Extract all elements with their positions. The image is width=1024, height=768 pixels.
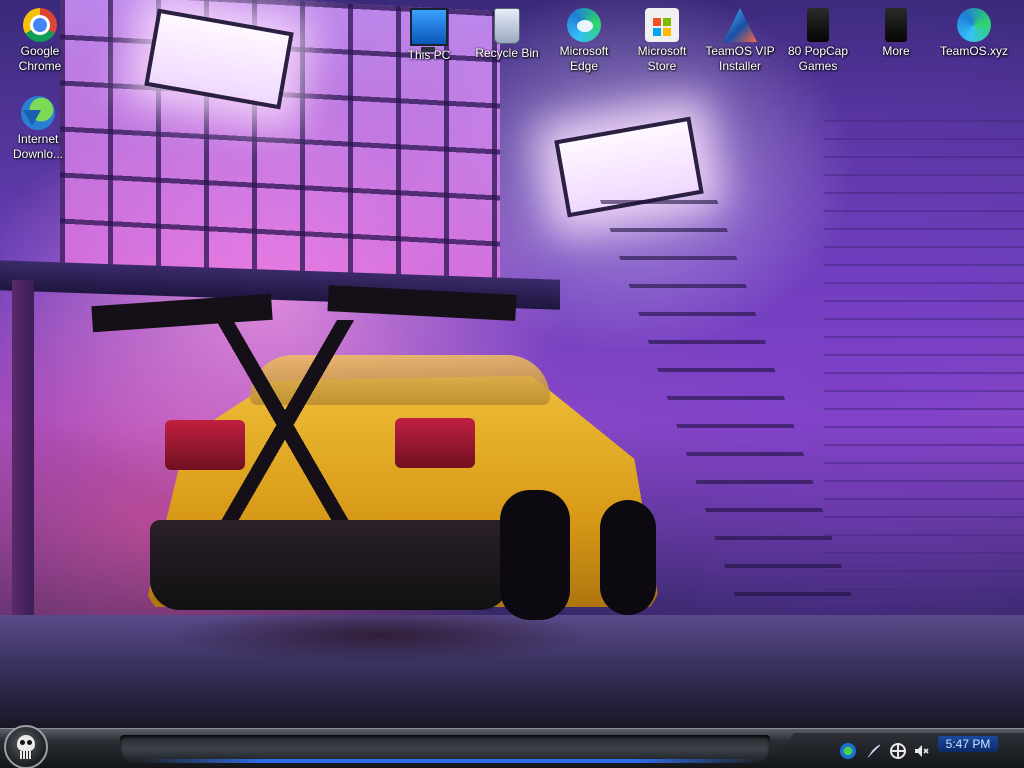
skull-jaw xyxy=(20,751,32,759)
start-button[interactable] xyxy=(4,725,48,768)
wallpaper-wheel xyxy=(500,490,570,620)
skull-start-icon xyxy=(17,735,35,751)
network-icon[interactable] xyxy=(840,743,856,759)
globe-icon[interactable] xyxy=(890,743,906,759)
desktop-icon-internet-download-manager[interactable]: Internet Downlo... xyxy=(0,90,76,168)
desktop-icon-recycle-bin[interactable]: Recycle Bin xyxy=(469,2,545,80)
desktop-icon-label: Microsoft Store xyxy=(637,44,687,73)
desktop-icon-popcap-games[interactable]: 80 PopCap Games xyxy=(780,2,856,80)
store-icon xyxy=(645,8,679,42)
edge-shortcut-icon xyxy=(957,8,991,42)
edge-icon xyxy=(567,8,601,42)
feather-icon[interactable] xyxy=(866,743,882,759)
wallpaper-wheel xyxy=(600,500,656,615)
desktop-icon-this-pc[interactable]: This PC xyxy=(391,2,467,80)
desktop-icon-teamos-vip-installer[interactable]: TeamOS VIP Installer xyxy=(702,2,778,80)
desktop-icon-label: TeamOS VIP Installer xyxy=(705,44,775,73)
wallpaper-floor xyxy=(0,615,1024,735)
wallpaper-car-bumper xyxy=(150,520,510,610)
internet-download-manager-icon xyxy=(21,96,55,130)
taskbar: 5:47 PM xyxy=(0,725,1024,768)
desktop-icon-label: Internet Downlo... xyxy=(12,132,64,161)
desktop-icon-label: 80 PopCap Games xyxy=(787,44,849,73)
clock[interactable]: 5:47 PM xyxy=(938,736,998,752)
desktop: Google Chrome Internet Downlo... This PC… xyxy=(0,0,1024,768)
tray-divider xyxy=(770,733,830,767)
chrome-icon xyxy=(23,8,57,42)
desktop-icon-label: More xyxy=(882,44,910,58)
desktop-icon-label: Google Chrome xyxy=(18,44,62,73)
desktop-icon-more[interactable]: More xyxy=(858,2,934,80)
desktop-icon-teamos-xyz[interactable]: TeamOS.xyz xyxy=(936,2,1012,80)
speaker-muted-icon[interactable] xyxy=(914,743,930,759)
wallpaper-wall xyxy=(824,120,1024,620)
desktop-icon-label: Recycle Bin xyxy=(475,46,539,60)
teamos-installer-icon xyxy=(723,8,757,42)
computer-monitor-icon xyxy=(410,8,448,52)
desktop-icon-label: Microsoft Edge xyxy=(559,44,609,73)
desktop-icon-label: TeamOS.xyz xyxy=(939,44,1008,58)
wallpaper-wing-strut xyxy=(200,320,370,520)
system-tray: 5:47 PM xyxy=(830,733,1024,767)
desktop-icon-google-chrome[interactable]: Google Chrome xyxy=(2,2,78,80)
desktop-icon-microsoft-edge[interactable]: Microsoft Edge xyxy=(546,2,622,80)
taskbar-glow xyxy=(140,759,760,763)
wallpaper-tail-light xyxy=(395,418,475,468)
recycle-bin-icon xyxy=(494,8,520,44)
wallpaper-column xyxy=(12,280,34,620)
wallpaper xyxy=(0,0,1024,768)
desktop-icon-microsoft-store[interactable]: Microsoft Store xyxy=(624,2,700,80)
more-icon xyxy=(885,8,907,42)
popcap-games-icon xyxy=(807,8,829,42)
